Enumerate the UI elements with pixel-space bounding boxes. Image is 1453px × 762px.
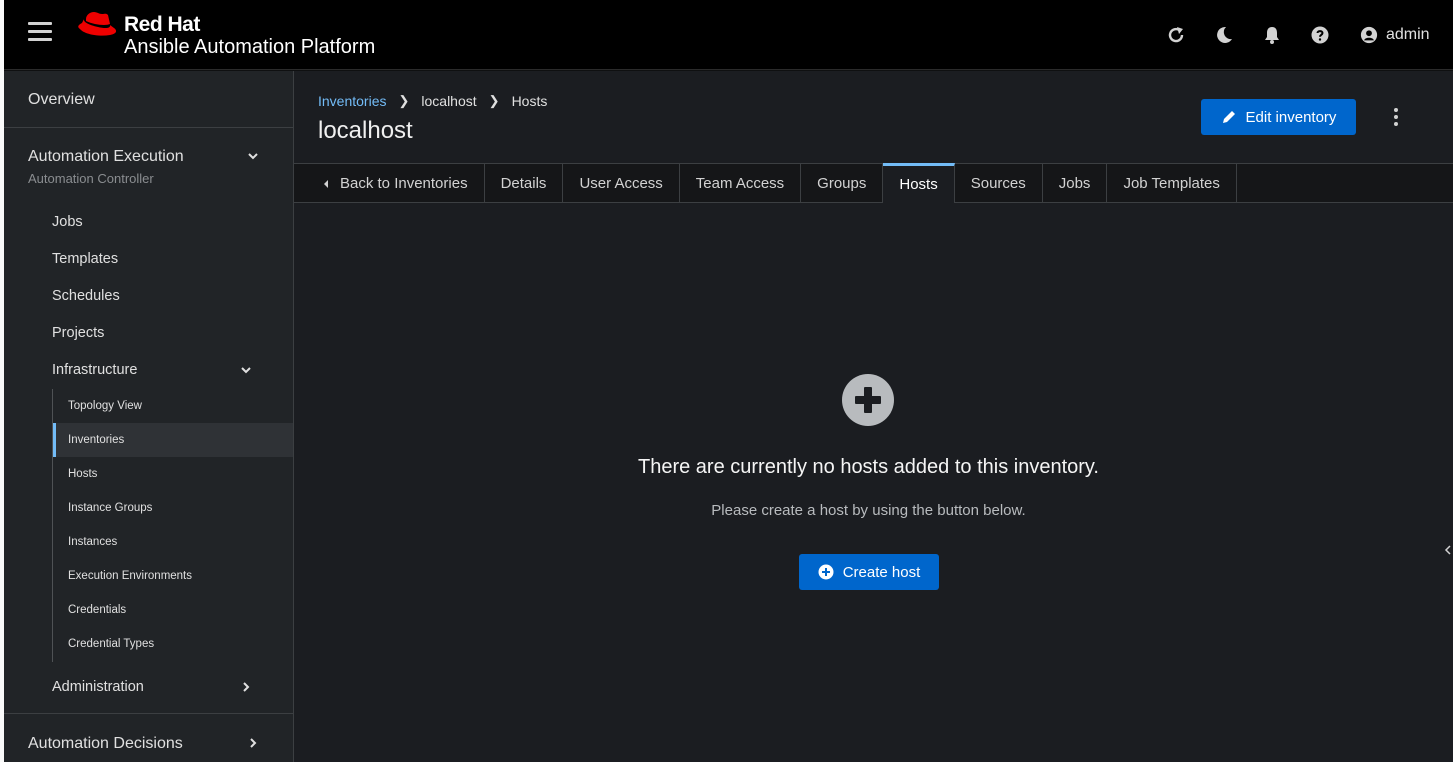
sidebar-item-projects[interactable]: Projects xyxy=(52,325,104,341)
tab-jobs[interactable]: Jobs xyxy=(1043,164,1108,203)
username: admin xyxy=(1386,26,1430,43)
breadcrumb-hosts: Hosts xyxy=(511,93,548,109)
chevron-left-icon[interactable] xyxy=(1443,543,1453,557)
sidebar-item-templates[interactable]: Templates xyxy=(52,251,118,267)
sidebar-divider xyxy=(4,713,293,714)
product-name: Ansible Automation Platform xyxy=(124,36,376,58)
empty-state-body: Please create a host by using the button… xyxy=(711,502,1026,519)
bell-icon[interactable] xyxy=(1262,25,1282,45)
tab-groups[interactable]: Groups xyxy=(801,164,884,203)
breadcrumb: Inventories ❯ localhost ❯ Hosts xyxy=(318,93,547,109)
plus-circle-icon xyxy=(842,374,894,426)
sidebar-item-instance-groups[interactable]: Instance Groups xyxy=(53,491,293,525)
sidebar-section-automation-execution[interactable]: Automation Execution xyxy=(28,148,184,166)
pencil-icon xyxy=(1222,111,1235,123)
kebab-menu-icon[interactable] xyxy=(1388,105,1404,129)
tab-user-access[interactable]: User Access xyxy=(563,164,680,203)
tab-hosts[interactable]: Hosts xyxy=(883,163,955,203)
user-menu[interactable]: admin xyxy=(1360,24,1430,46)
sidebar-item-execution-environments[interactable]: Execution Environments xyxy=(53,559,293,593)
sidebar-item-overview[interactable]: Overview xyxy=(28,91,95,109)
chevron-right-icon: ❯ xyxy=(488,93,500,108)
menu-icon[interactable] xyxy=(28,22,52,46)
page-header: Inventories ❯ localhost ❯ Hosts localhos… xyxy=(294,71,1453,163)
tab-sources[interactable]: Sources xyxy=(955,164,1043,203)
sidebar-item-inventories[interactable]: Inventories xyxy=(53,423,293,457)
brand-name: Red Hat xyxy=(124,13,200,36)
user-icon xyxy=(1360,26,1378,44)
help-icon[interactable] xyxy=(1310,25,1330,45)
chevron-down-icon[interactable] xyxy=(240,364,252,376)
create-host-button[interactable]: Create host xyxy=(799,554,939,590)
sidebar-item-credentials[interactable]: Credentials xyxy=(53,593,293,627)
edit-inventory-label: Edit inventory xyxy=(1245,108,1337,126)
chevron-right-icon: ❯ xyxy=(398,93,410,108)
masthead: Red Hat Ansible Automation Platform admi… xyxy=(4,0,1453,70)
sidebar-item-credential-types[interactable]: Credential Types xyxy=(53,627,293,661)
sidebar-item-hosts[interactable]: Hosts xyxy=(53,457,293,491)
tab-team-access[interactable]: Team Access xyxy=(680,164,802,203)
sidebar-divider xyxy=(4,127,293,128)
tab-back-to-inventories[interactable]: Back to Inventories xyxy=(294,164,485,203)
tab-details[interactable]: Details xyxy=(485,164,564,203)
sidebar-item-infrastructure[interactable]: Infrastructure xyxy=(52,362,137,378)
sidebar-item-topology-view[interactable]: Topology View xyxy=(53,389,293,423)
page-title: localhost xyxy=(318,117,413,144)
chevron-down-icon[interactable] xyxy=(247,150,259,162)
empty-state-title: There are currently no hosts added to th… xyxy=(638,456,1099,478)
refresh-icon[interactable] xyxy=(1166,25,1186,45)
sidebar-section-subtitle: Automation Controller xyxy=(28,171,154,186)
sidebar-item-schedules[interactable]: Schedules xyxy=(52,288,120,304)
chevron-right-icon[interactable] xyxy=(247,737,259,749)
edit-inventory-button[interactable]: Edit inventory xyxy=(1201,99,1356,135)
breadcrumb-inventories[interactable]: Inventories xyxy=(318,93,386,109)
chevron-right-icon[interactable] xyxy=(240,681,252,693)
tab-label: Back to Inventories xyxy=(340,175,468,192)
breadcrumb-localhost[interactable]: localhost xyxy=(421,93,476,109)
sidebar-section-automation-decisions[interactable]: Automation Decisions xyxy=(28,735,183,753)
caret-left-icon xyxy=(324,179,328,188)
empty-state: There are currently no hosts added to th… xyxy=(294,203,1453,762)
red-hat-logo-icon xyxy=(78,12,117,36)
tab-job-templates[interactable]: Job Templates xyxy=(1107,164,1237,203)
sidebar-item-administration[interactable]: Administration xyxy=(52,679,144,695)
sidebar-item-instances[interactable]: Instances xyxy=(53,525,293,559)
main-content: Inventories ❯ localhost ❯ Hosts localhos… xyxy=(294,71,1453,762)
plus-circle-icon xyxy=(818,564,834,580)
create-host-label: Create host xyxy=(842,563,921,581)
sidebar-item-jobs[interactable]: Jobs xyxy=(52,214,83,230)
sidebar: Overview Automation Execution Automation… xyxy=(4,71,294,762)
moon-icon[interactable] xyxy=(1214,25,1234,45)
tab-bar: Back to Inventories Details User Access … xyxy=(294,163,1453,203)
